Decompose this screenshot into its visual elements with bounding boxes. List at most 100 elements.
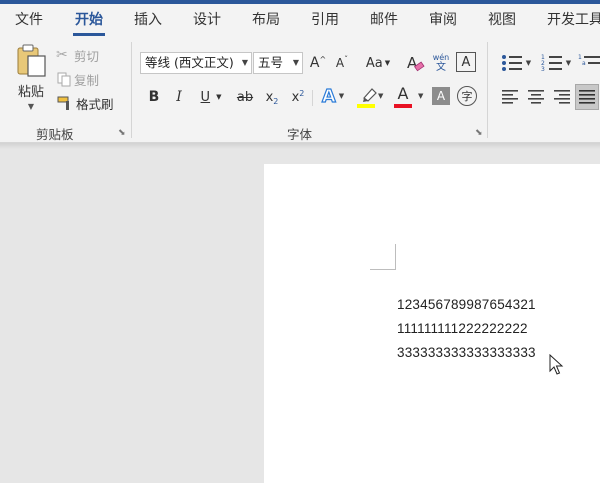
paste-icon xyxy=(17,44,46,77)
tab-references[interactable]: 引用 xyxy=(311,4,339,38)
font-color-button[interactable]: A xyxy=(392,84,414,110)
shrink-font-button[interactable]: Aˇ xyxy=(332,52,352,74)
multilevel-list-icon: 1 a xyxy=(578,54,600,67)
svg-text:a: a xyxy=(582,60,586,67)
mouse-cursor-icon xyxy=(549,354,564,375)
format-painter-label: 格式刷 xyxy=(76,96,114,112)
align-left-button[interactable] xyxy=(500,86,520,108)
clear-formatting-button[interactable]: A xyxy=(404,52,426,74)
subscript-button[interactable]: x2 xyxy=(262,86,282,108)
group-separator xyxy=(131,42,132,138)
superscript-mark: 2 xyxy=(299,88,305,98)
scissors-icon: ✂ xyxy=(56,47,68,63)
tab-design[interactable]: 设计 xyxy=(193,4,221,38)
tab-insert[interactable]: 插入 xyxy=(134,4,162,38)
clear-formatting-icon: A xyxy=(407,54,425,72)
paste-button[interactable]: 粘贴 ▼ xyxy=(10,42,52,114)
align-right-icon xyxy=(554,90,570,104)
superscript-button[interactable]: x2 xyxy=(288,86,308,108)
document-line[interactable]: 333333333333333333 xyxy=(397,345,536,360)
shrink-font-icon: A xyxy=(335,56,345,70)
font-name-combo[interactable]: 等线 (西文正文) ▼ xyxy=(140,52,252,74)
tab-home[interactable]: 开始 xyxy=(73,4,105,38)
character-shading-button[interactable]: A xyxy=(432,87,450,105)
subscript-icon: x xyxy=(265,89,274,105)
justify-icon xyxy=(579,90,595,104)
tab-developer[interactable]: 开发工具 xyxy=(547,4,600,38)
tab-review[interactable]: 审阅 xyxy=(429,4,457,38)
document-line[interactable]: 12345678998765432​1 xyxy=(397,297,536,312)
bullet-list-icon xyxy=(501,55,522,71)
grow-font-button[interactable]: A ^ xyxy=(308,52,328,74)
chevron-down-icon: ▼ xyxy=(338,92,345,100)
superscript-icon: x xyxy=(291,89,300,105)
chevron-down-icon[interactable]: ▼ xyxy=(293,53,299,73)
chevron-down-icon[interactable]: ▼ xyxy=(378,92,383,100)
clipboard-dialog-launcher-icon[interactable]: ⬊ xyxy=(118,128,126,138)
justify-button[interactable] xyxy=(575,84,599,110)
tab-layout[interactable]: 布局 xyxy=(252,4,280,38)
caret-up-icon: ^ xyxy=(319,54,327,64)
chevron-down-icon: ▼ xyxy=(525,59,532,67)
underline-icon: U xyxy=(200,89,211,105)
phonetic-guide-button[interactable]: wén 文 xyxy=(430,50,452,76)
paintbrush-icon xyxy=(57,96,69,110)
cut-button[interactable]: ✂ 剪切 xyxy=(56,46,106,64)
character-border-button[interactable]: A xyxy=(456,52,476,72)
font-dialog-launcher-icon[interactable]: ⬊ xyxy=(475,128,483,138)
copy-button[interactable]: 复制 xyxy=(56,70,106,88)
chevron-down-icon[interactable]: ▼ xyxy=(418,92,423,100)
clipboard-group-label: 剪贴板 xyxy=(36,127,74,142)
cut-label: 剪切 xyxy=(74,48,100,64)
align-center-button[interactable] xyxy=(526,86,546,108)
ribbon-tabs: 文件 开始 插入 设计 布局 引用 邮件 审阅 视图 开发工具 xyxy=(0,4,600,38)
text-effects-button[interactable]: A ▼ xyxy=(318,84,348,108)
margin-corner-marker xyxy=(370,244,396,270)
font-size-value: 五号 xyxy=(258,55,284,70)
underline-button[interactable]: U ▼ xyxy=(194,86,228,108)
character-border-icon: A xyxy=(461,54,471,70)
numbered-list-icon: 1 2 3 xyxy=(541,54,562,72)
change-case-button[interactable]: Aa ▼ xyxy=(362,52,394,74)
bold-icon: B xyxy=(148,89,160,105)
italic-button[interactable]: I xyxy=(170,86,188,108)
bold-button[interactable]: B xyxy=(145,86,163,108)
font-size-combo[interactable]: 五号 ▼ xyxy=(253,52,303,74)
enclose-characters-icon: 字 xyxy=(461,90,473,103)
italic-icon: I xyxy=(176,89,182,105)
font-color-bar xyxy=(394,104,412,108)
tab-file[interactable]: 文件 xyxy=(15,4,43,38)
group-separator xyxy=(487,42,488,138)
font-color-icon: A xyxy=(397,84,409,103)
tab-mailings[interactable]: 邮件 xyxy=(370,4,398,38)
strikethrough-icon: ab xyxy=(236,89,254,105)
format-painter-button[interactable]: 格式刷 xyxy=(56,94,120,112)
chevron-down-icon: ▼ xyxy=(565,59,572,67)
align-left-icon xyxy=(502,90,518,104)
chevron-down-icon[interactable]: ▼ xyxy=(242,53,248,73)
subscript-mark: 2 xyxy=(273,96,279,106)
ribbon-home: 粘贴 ▼ ✂ 剪切 复制 格式刷 剪贴板 ⬊ 等线 (西文正文) ▼ 五号 ▼ … xyxy=(0,38,600,143)
align-right-button[interactable] xyxy=(552,86,572,108)
strikethrough-button[interactable]: ab xyxy=(234,86,256,108)
chevron-down-icon: ▼ xyxy=(384,59,391,67)
caret-down-icon: ˇ xyxy=(344,54,349,64)
paste-dropdown-icon[interactable]: ▼ xyxy=(28,102,34,111)
document-line[interactable]: 111111111222222222 xyxy=(397,321,528,336)
tab-view[interactable]: 视图 xyxy=(488,4,516,38)
text-effects-icon: A xyxy=(321,85,336,107)
grow-font-icon: A xyxy=(309,55,320,71)
highlight-color-bar xyxy=(357,104,375,108)
numbering-button[interactable]: 1 2 3 ▼ xyxy=(538,52,574,74)
character-shading-icon: A xyxy=(436,89,446,103)
highlighter-icon xyxy=(363,88,377,102)
bullets-button[interactable]: ▼ xyxy=(498,52,534,74)
document-page[interactable]: 12345678998765432​1 111111111222222222 3… xyxy=(264,164,600,483)
multilevel-list-button[interactable]: 1 a xyxy=(578,52,600,74)
chevron-down-icon[interactable]: ▼ xyxy=(216,93,221,101)
enclose-characters-button[interactable]: 字 xyxy=(457,86,477,106)
svg-text:3: 3 xyxy=(541,66,545,72)
change-case-icon: Aa xyxy=(365,55,383,71)
font-group-label: 字体 xyxy=(287,127,313,142)
align-center-icon xyxy=(528,90,544,104)
